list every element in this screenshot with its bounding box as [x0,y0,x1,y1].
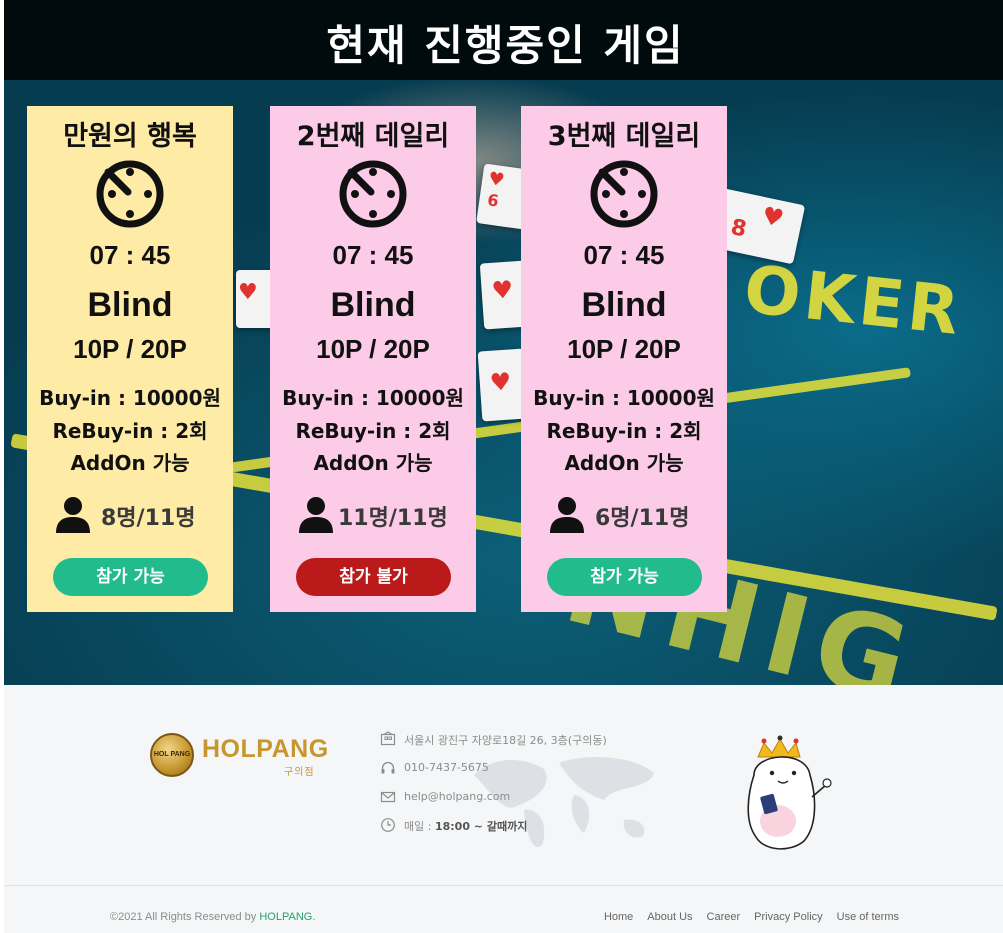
join-button[interactable]: 참가 불가 [296,558,451,596]
email-text[interactable]: help@holpang.com [404,790,510,803]
blind-label: Blind [330,286,416,324]
footer-nav: Home About Us Career Privacy Policy Use … [604,911,899,923]
buy-in-text: Buy-in : 10000원 [39,386,221,410]
copyright-brand-link[interactable]: HOLPANG [259,911,312,923]
hours-value: 18:00 ~ 갈때까지 [434,820,528,833]
table-poker-text: OKER [740,250,967,351]
player-count: 6명/11명 [521,496,727,536]
footer-divider [4,885,1003,886]
timer-icon [590,160,658,228]
game-card: 3번째 데일리 07 : 45 Blind 10P / 20P Buy-in :… [521,106,727,612]
footer-link-privacy-policy[interactable]: Privacy Policy [754,911,822,923]
mail-icon [380,791,396,803]
rebuy-text: ReBuy-in : 2회 [546,419,702,443]
game-time: 07 : 45 [332,240,414,270]
rebuy-text: ReBuy-in : 2회 [295,419,451,443]
timer-icon [96,160,164,228]
page-title: 현재 진행중인 게임 [326,21,685,70]
blind-stakes: 10P / 20P [316,334,430,364]
blind-stakes: 10P / 20P [567,334,681,364]
timer-icon [339,160,407,228]
person-icon [299,497,333,533]
footer: HOL PANG HOLPANG 구의점 서울시 광진구 자양로18길 26, … [4,685,1003,933]
buy-in-text: Buy-in : 10000원 [533,386,715,410]
player-count-text: 6명/11명 [595,506,690,531]
footer-link-career[interactable]: Career [707,911,741,923]
person-icon [550,497,584,533]
seal-king-mascot-icon [747,735,832,850]
copyright-suffix: . [312,911,316,923]
player-count-text: 8명/11명 [101,506,196,531]
logo-badge-text: HOL PANG [153,751,191,758]
clock-icon [381,818,395,832]
addon-text: AddOn 가능 [70,451,190,475]
copyright-prefix: ©2021 All Rights Reserved by [110,911,260,923]
player-count: 8명/11명 [27,496,233,536]
footer-link-home[interactable]: Home [604,911,633,923]
rebuy-text: ReBuy-in : 2회 [52,419,208,443]
blind-label: Blind [87,286,173,324]
game-name: 3번째 데일리 [547,121,701,152]
address-text: 서울시 광진구 자양로18길 26, 3층(구의동) [404,734,607,747]
logo-branch: 구의점 [284,767,315,778]
game-time: 07 : 45 [89,240,171,270]
logo-wordmark: HOLPANG [202,735,329,763]
blind-stakes: 10P / 20P [73,334,187,364]
game-card: 만원의 행복 07 : 45 Blind 10P / 20P Buy-in : … [27,106,233,612]
game-name: 2번째 데일리 [296,121,450,152]
headset-icon [381,761,395,774]
game-time: 07 : 45 [583,240,665,270]
hours-label: 매일 : [404,820,435,833]
phone-text[interactable]: 010-7437-5675 [404,761,489,774]
hours-text: 매일 : 18:00 ~ 갈때까지 [404,818,527,834]
addon-text: AddOn 가능 [313,451,433,475]
buy-in-text: Buy-in : 10000원 [282,386,464,410]
footer-link-use-of-terms[interactable]: Use of terms [837,911,899,923]
blind-label: Blind [581,286,667,324]
building-icon [380,731,396,746]
player-count: 11명/11명 [270,496,476,536]
person-icon [56,497,90,533]
join-button[interactable]: 참가 가능 [547,558,702,596]
game-name: 만원의 행복 [63,121,197,152]
holpang-logo[interactable]: HOL PANG HOLPANG 구의점 [150,733,330,783]
addon-text: AddOn 가능 [564,451,684,475]
join-button[interactable]: 참가 가능 [53,558,208,596]
game-card: 2번째 데일리 07 : 45 Blind 10P / 20P Buy-in :… [270,106,476,612]
logo-badge-icon: HOL PANG [150,733,194,777]
footer-link-about-us[interactable]: About Us [647,911,692,923]
copyright: ©2021 All Rights Reserved by HOLPANG. [110,911,315,923]
player-count-text: 11명/11명 [338,506,448,531]
